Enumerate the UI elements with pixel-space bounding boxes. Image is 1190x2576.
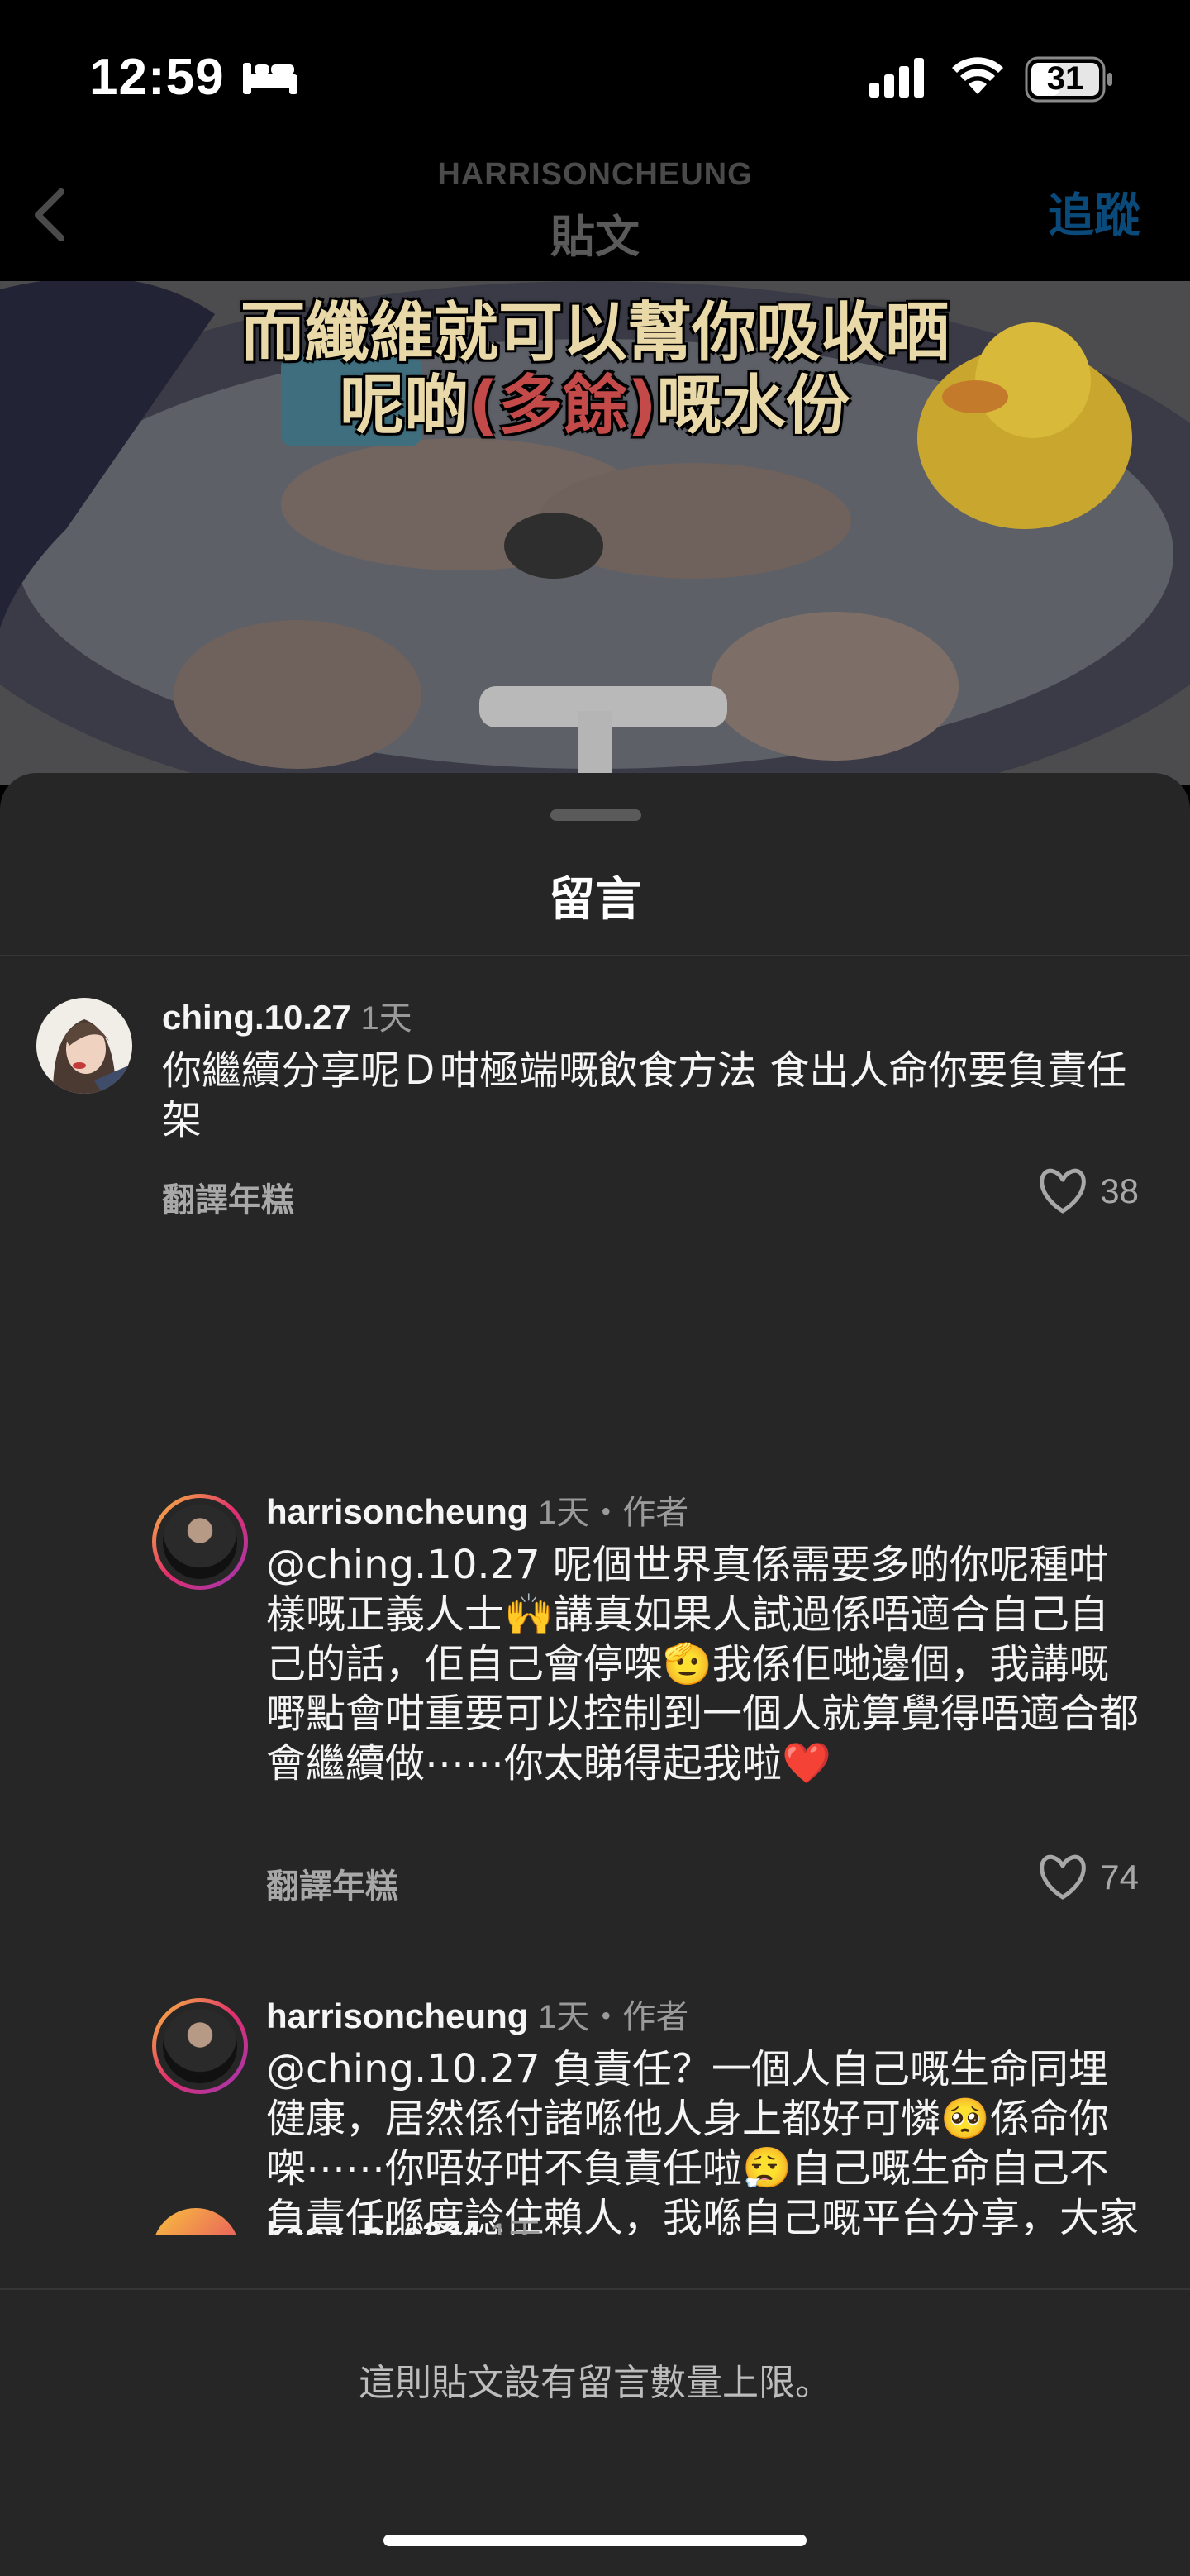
caption-text: 呢啲 [340,369,469,443]
comments-title: 留言 [549,873,641,927]
like-button[interactable]: 74 [1037,1853,1139,1902]
avatar-image [163,2009,237,2083]
header-username: HARRISONCHEUNG [437,157,753,192]
avatar-image [163,1505,237,1579]
bed-icon [243,63,298,94]
translate-button[interactable]: 翻譯年糕 [162,1173,294,1221]
avatar[interactable] [36,998,132,1094]
caption-highlight: (多餘) [469,369,657,443]
like-button[interactable]: 38 [1037,1166,1139,1216]
comment-item-partial: kacy_hkc324 1天 [0,2203,1190,2235]
heart-icon[interactable] [1037,1854,1088,1901]
avatar[interactable] [152,2208,240,2235]
caption-text: 嘅水份 [656,369,850,443]
username-text[interactable]: kacy_hkc324 [266,2215,480,2235]
comments-list[interactable]: ching.10.27 1天 你繼續分享呢Ｄ咁極端嘅飲食方法 食出人命你要負責任… [0,956,1190,2235]
like-count: 38 [1100,1171,1139,1210]
username-text[interactable]: harrisoncheung [266,1996,528,2035]
follow-button[interactable]: 追蹤 [1048,179,1140,246]
comments-sheet: 留言 ching.10.27 1天 你繼續分享呢Ｄ咁極端嘅飲食方法 食出人命你要… [0,773,1190,2576]
avatar[interactable] [152,1998,248,2094]
comment-username[interactable]: kacy_hkc324 1天 [266,2208,541,2235]
signal-icon [869,58,924,98]
comment-username[interactable]: ching.10.27 1天 [162,991,412,1039]
like-count: 74 [1100,1858,1139,1896]
comment-meta: 1天・作者 [538,1999,689,2035]
home-indicator[interactable] [383,2535,807,2546]
comment-meta: 1天 [490,2217,541,2235]
avatar[interactable] [152,1494,248,1590]
comment-text: 你繼續分享呢Ｄ咁極端嘅飲食方法 食出人命你要負責任架 [162,1047,1127,1143]
heart-icon[interactable] [1037,1168,1088,1214]
comment-username[interactable]: harrisoncheung 1天・作者 [266,1486,688,1534]
comment-meta: 1天・作者 [538,1495,689,1531]
username-text[interactable]: harrisoncheung [266,1492,528,1531]
sheet-drag-handle[interactable] [550,809,641,821]
translate-button[interactable]: 翻譯年糕 [266,1859,398,1907]
avatar-image [36,998,132,1094]
comment-limit-note: 這則貼文設有留言數量上限。 [359,2362,831,2404]
comment-text: @ching.10.27 呢個世界真係需要多啲你呢種咁樣嘅正義人士🙌講真如果人試… [266,1542,1140,1787]
page-title: 貼文 [550,211,640,263]
post-image[interactable]: 而纖維就可以幫你吸收晒 呢啲(多餘)嘅水份 [0,281,1190,785]
divider [0,2288,1190,2290]
post-caption-line-2: 呢啲(多餘)嘅水份 [0,354,1190,446]
status-bar: 12:59 31 [0,0,1190,157]
battery-level: 31 [1046,60,1084,97]
post-header: HARRISONCHEUNG 貼文 追蹤 [0,157,1190,281]
username-text[interactable]: ching.10.27 [162,998,351,1037]
wifi-icon [952,57,1003,94]
comment-username[interactable]: harrisoncheung 1天・作者 [266,1990,688,2038]
status-time: 12:59 [89,49,225,106]
comment-meta: 1天 [360,1000,412,1037]
